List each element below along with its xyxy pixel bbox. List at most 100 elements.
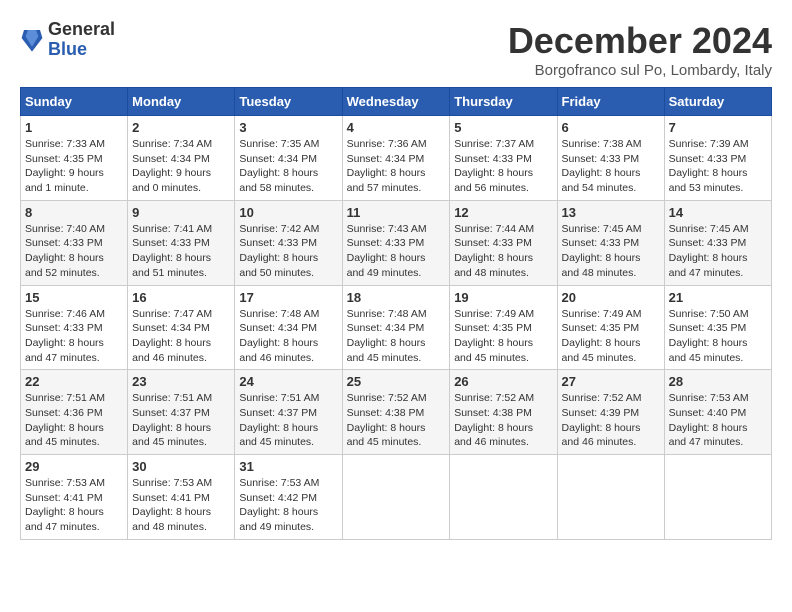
calendar-cell: 5 Sunrise: 7:37 AM Sunset: 4:33 PM Dayli… <box>450 116 557 201</box>
sunset-label: Sunset: 4:34 PM <box>239 322 317 334</box>
day-number: 19 <box>454 290 552 305</box>
sunset-label: Sunset: 4:35 PM <box>669 322 747 334</box>
sunrise-label: Sunrise: 7:36 AM <box>347 138 427 150</box>
sunset-label: Sunset: 4:33 PM <box>347 237 425 249</box>
day-number: 1 <box>25 120 123 135</box>
calendar-cell: 23 Sunrise: 7:51 AM Sunset: 4:37 PM Dayl… <box>128 370 235 455</box>
day-number: 4 <box>347 120 446 135</box>
day-number: 16 <box>132 290 230 305</box>
calendar-cell: 25 Sunrise: 7:52 AM Sunset: 4:38 PM Dayl… <box>342 370 450 455</box>
sunrise-label: Sunrise: 7:48 AM <box>239 308 319 320</box>
day-info: Sunrise: 7:51 AM Sunset: 4:37 PM Dayligh… <box>239 391 337 450</box>
day-number: 17 <box>239 290 337 305</box>
daylight-label: Daylight: 8 hours and 45 minutes. <box>454 337 533 364</box>
sunrise-label: Sunrise: 7:46 AM <box>25 308 105 320</box>
calendar-cell: 17 Sunrise: 7:48 AM Sunset: 4:34 PM Dayl… <box>235 285 342 370</box>
day-info: Sunrise: 7:41 AM Sunset: 4:33 PM Dayligh… <box>132 222 230 281</box>
sunrise-label: Sunrise: 7:42 AM <box>239 223 319 235</box>
calendar-week-row: 15 Sunrise: 7:46 AM Sunset: 4:33 PM Dayl… <box>21 285 772 370</box>
daylight-label: Daylight: 8 hours and 46 minutes. <box>239 337 318 364</box>
daylight-label: Daylight: 8 hours and 47 minutes. <box>669 422 748 449</box>
sunset-label: Sunset: 4:35 PM <box>562 322 640 334</box>
day-info: Sunrise: 7:42 AM Sunset: 4:33 PM Dayligh… <box>239 222 337 281</box>
logo-icon <box>20 26 44 54</box>
daylight-label: Daylight: 8 hours and 45 minutes. <box>132 422 211 449</box>
day-number: 26 <box>454 374 552 389</box>
day-number: 22 <box>25 374 123 389</box>
day-number: 11 <box>347 205 446 220</box>
daylight-label: Daylight: 8 hours and 56 minutes. <box>454 167 533 194</box>
day-number: 27 <box>562 374 660 389</box>
calendar-cell: 28 Sunrise: 7:53 AM Sunset: 4:40 PM Dayl… <box>664 370 771 455</box>
sunset-label: Sunset: 4:41 PM <box>25 492 103 504</box>
sunrise-label: Sunrise: 7:47 AM <box>132 308 212 320</box>
sunrise-label: Sunrise: 7:41 AM <box>132 223 212 235</box>
calendar-cell: 31 Sunrise: 7:53 AM Sunset: 4:42 PM Dayl… <box>235 455 342 540</box>
sunrise-label: Sunrise: 7:52 AM <box>562 392 642 404</box>
sunrise-label: Sunrise: 7:40 AM <box>25 223 105 235</box>
day-info: Sunrise: 7:52 AM Sunset: 4:39 PM Dayligh… <box>562 391 660 450</box>
sunset-label: Sunset: 4:33 PM <box>454 237 532 249</box>
sunset-label: Sunset: 4:33 PM <box>562 153 640 165</box>
day-info: Sunrise: 7:44 AM Sunset: 4:33 PM Dayligh… <box>454 222 552 281</box>
day-number: 14 <box>669 205 767 220</box>
sunset-label: Sunset: 4:37 PM <box>239 407 317 419</box>
day-info: Sunrise: 7:45 AM Sunset: 4:33 PM Dayligh… <box>669 222 767 281</box>
calendar-cell: 14 Sunrise: 7:45 AM Sunset: 4:33 PM Dayl… <box>664 200 771 285</box>
day-number: 29 <box>25 459 123 474</box>
sunrise-label: Sunrise: 7:45 AM <box>669 223 749 235</box>
calendar-cell: 15 Sunrise: 7:46 AM Sunset: 4:33 PM Dayl… <box>21 285 128 370</box>
sunset-label: Sunset: 4:37 PM <box>132 407 210 419</box>
calendar-cell: 4 Sunrise: 7:36 AM Sunset: 4:34 PM Dayli… <box>342 116 450 201</box>
page-header: General Blue December 2024 Borgofranco s… <box>20 20 772 79</box>
sunrise-label: Sunrise: 7:43 AM <box>347 223 427 235</box>
calendar-cell: 10 Sunrise: 7:42 AM Sunset: 4:33 PM Dayl… <box>235 200 342 285</box>
calendar-cell: 6 Sunrise: 7:38 AM Sunset: 4:33 PM Dayli… <box>557 116 664 201</box>
daylight-label: Daylight: 8 hours and 47 minutes. <box>25 337 104 364</box>
day-info: Sunrise: 7:51 AM Sunset: 4:36 PM Dayligh… <box>25 391 123 450</box>
daylight-label: Daylight: 8 hours and 45 minutes. <box>347 337 426 364</box>
day-info: Sunrise: 7:34 AM Sunset: 4:34 PM Dayligh… <box>132 137 230 196</box>
daylight-label: Daylight: 8 hours and 49 minutes. <box>347 252 426 279</box>
sunset-label: Sunset: 4:38 PM <box>454 407 532 419</box>
day-info: Sunrise: 7:52 AM Sunset: 4:38 PM Dayligh… <box>454 391 552 450</box>
calendar-cell: 3 Sunrise: 7:35 AM Sunset: 4:34 PM Dayli… <box>235 116 342 201</box>
calendar-cell <box>557 455 664 540</box>
sunset-label: Sunset: 4:33 PM <box>25 322 103 334</box>
day-info: Sunrise: 7:40 AM Sunset: 4:33 PM Dayligh… <box>25 222 123 281</box>
daylight-label: Daylight: 8 hours and 46 minutes. <box>132 337 211 364</box>
sunset-label: Sunset: 4:38 PM <box>347 407 425 419</box>
daylight-label: Daylight: 9 hours and 0 minutes. <box>132 167 211 194</box>
calendar-week-row: 29 Sunrise: 7:53 AM Sunset: 4:41 PM Dayl… <box>21 455 772 540</box>
daylight-label: Daylight: 8 hours and 53 minutes. <box>669 167 748 194</box>
daylight-label: Daylight: 9 hours and 1 minute. <box>25 167 104 194</box>
daylight-label: Daylight: 8 hours and 45 minutes. <box>669 337 748 364</box>
sunrise-label: Sunrise: 7:35 AM <box>239 138 319 150</box>
day-info: Sunrise: 7:50 AM Sunset: 4:35 PM Dayligh… <box>669 307 767 366</box>
day-info: Sunrise: 7:53 AM Sunset: 4:41 PM Dayligh… <box>132 476 230 535</box>
sunrise-label: Sunrise: 7:50 AM <box>669 308 749 320</box>
daylight-label: Daylight: 8 hours and 48 minutes. <box>132 506 211 533</box>
location-title: Borgofranco sul Po, Lombardy, Italy <box>508 62 772 79</box>
calendar-cell: 1 Sunrise: 7:33 AM Sunset: 4:35 PM Dayli… <box>21 116 128 201</box>
day-number: 6 <box>562 120 660 135</box>
calendar-header-sunday: Sunday <box>21 88 128 116</box>
day-number: 20 <box>562 290 660 305</box>
day-info: Sunrise: 7:47 AM Sunset: 4:34 PM Dayligh… <box>132 307 230 366</box>
sunrise-label: Sunrise: 7:37 AM <box>454 138 534 150</box>
day-number: 12 <box>454 205 552 220</box>
sunset-label: Sunset: 4:35 PM <box>25 153 103 165</box>
sunrise-label: Sunrise: 7:45 AM <box>562 223 642 235</box>
calendar-cell: 21 Sunrise: 7:50 AM Sunset: 4:35 PM Dayl… <box>664 285 771 370</box>
daylight-label: Daylight: 8 hours and 45 minutes. <box>347 422 426 449</box>
day-info: Sunrise: 7:39 AM Sunset: 4:33 PM Dayligh… <box>669 137 767 196</box>
calendar-cell: 18 Sunrise: 7:48 AM Sunset: 4:34 PM Dayl… <box>342 285 450 370</box>
sunrise-label: Sunrise: 7:53 AM <box>669 392 749 404</box>
logo-general-text: General <box>48 20 115 40</box>
sunset-label: Sunset: 4:34 PM <box>132 322 210 334</box>
calendar-header-wednesday: Wednesday <box>342 88 450 116</box>
day-info: Sunrise: 7:43 AM Sunset: 4:33 PM Dayligh… <box>347 222 446 281</box>
sunrise-label: Sunrise: 7:51 AM <box>132 392 212 404</box>
calendar-cell: 7 Sunrise: 7:39 AM Sunset: 4:33 PM Dayli… <box>664 116 771 201</box>
logo-blue-text: Blue <box>48 40 115 60</box>
